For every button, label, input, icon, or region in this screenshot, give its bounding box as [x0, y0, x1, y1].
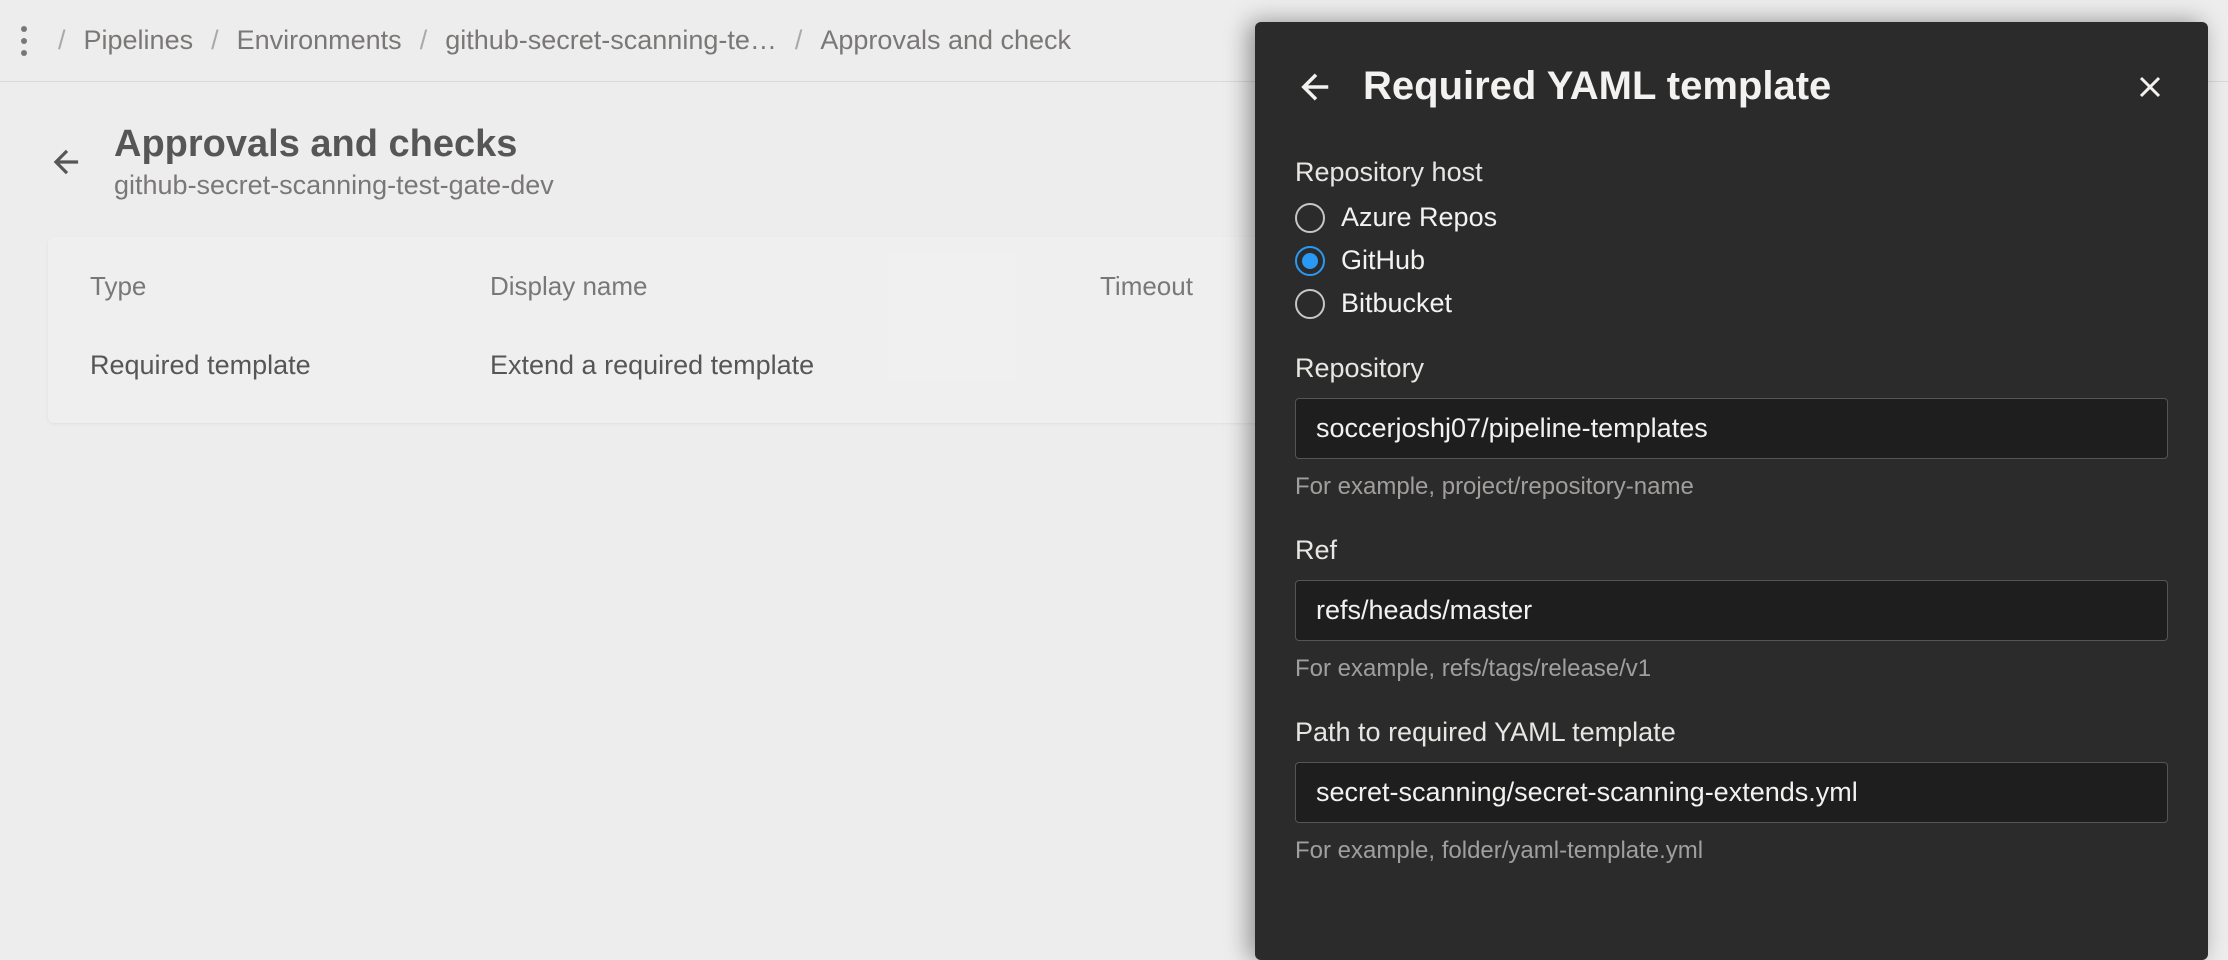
- breadcrumb-separator: /: [211, 25, 219, 56]
- ref-input[interactable]: [1295, 580, 2168, 641]
- path-label: Path to required YAML template: [1295, 717, 2168, 748]
- ref-label: Ref: [1295, 535, 2168, 566]
- page-subtitle: github-secret-scanning-test-gate-dev: [114, 170, 554, 201]
- th-type: Type: [90, 271, 490, 302]
- breadcrumb-item[interactable]: github-secret-scanning-te…: [445, 25, 777, 56]
- repository-input[interactable]: [1295, 398, 2168, 459]
- radio-azure-repos[interactable]: Azure Repos: [1295, 202, 2168, 233]
- repository-field: Repository For example, project/reposito…: [1295, 353, 2168, 501]
- breadcrumb-separator: /: [420, 25, 428, 56]
- radio-label: GitHub: [1341, 245, 1425, 276]
- path-field: Path to required YAML template For examp…: [1295, 717, 2168, 865]
- repository-host-radio-group: Azure Repos GitHub Bitbucket: [1295, 202, 2168, 319]
- page-title: Approvals and checks: [114, 124, 554, 166]
- breadcrumb-item[interactable]: Environments: [237, 25, 402, 56]
- breadcrumb-item[interactable]: Pipelines: [84, 25, 194, 56]
- radio-dot-icon: [1302, 253, 1318, 269]
- back-arrow-icon[interactable]: [48, 143, 86, 181]
- panel-back-icon[interactable]: [1295, 66, 1337, 108]
- path-helper: For example, folder/yaml-template.yml: [1295, 837, 2168, 865]
- panel-header: Required YAML template: [1295, 64, 2168, 109]
- breadcrumb-separator: /: [795, 25, 803, 56]
- radio-label: Bitbucket: [1341, 288, 1452, 319]
- path-input[interactable]: [1295, 762, 2168, 823]
- repository-host-label: Repository host: [1295, 157, 2168, 188]
- yaml-template-panel: Required YAML template Repository host A…: [1255, 22, 2208, 960]
- th-display-name: Display name: [490, 271, 1100, 302]
- breadcrumb-separator: /: [58, 25, 66, 56]
- td-type: Required template: [90, 350, 490, 381]
- radio-github[interactable]: GitHub: [1295, 245, 2168, 276]
- panel-title: Required YAML template: [1363, 64, 2106, 109]
- repository-label: Repository: [1295, 353, 2168, 384]
- ref-helper: For example, refs/tags/release/v1: [1295, 655, 2168, 683]
- more-menu-icon[interactable]: [0, 26, 40, 56]
- radio-circle-icon: [1295, 246, 1325, 276]
- repository-host-field: Repository host Azure Repos GitHub Bitbu…: [1295, 157, 2168, 319]
- repository-helper: For example, project/repository-name: [1295, 473, 2168, 501]
- close-icon[interactable]: [2132, 69, 2168, 105]
- radio-circle-icon: [1295, 289, 1325, 319]
- radio-circle-icon: [1295, 203, 1325, 233]
- radio-bitbucket[interactable]: Bitbucket: [1295, 288, 2168, 319]
- td-display-name: Extend a required template: [490, 350, 1100, 381]
- ref-field: Ref For example, refs/tags/release/v1: [1295, 535, 2168, 683]
- breadcrumb-item[interactable]: Approvals and check: [820, 25, 1071, 56]
- radio-label: Azure Repos: [1341, 202, 1497, 233]
